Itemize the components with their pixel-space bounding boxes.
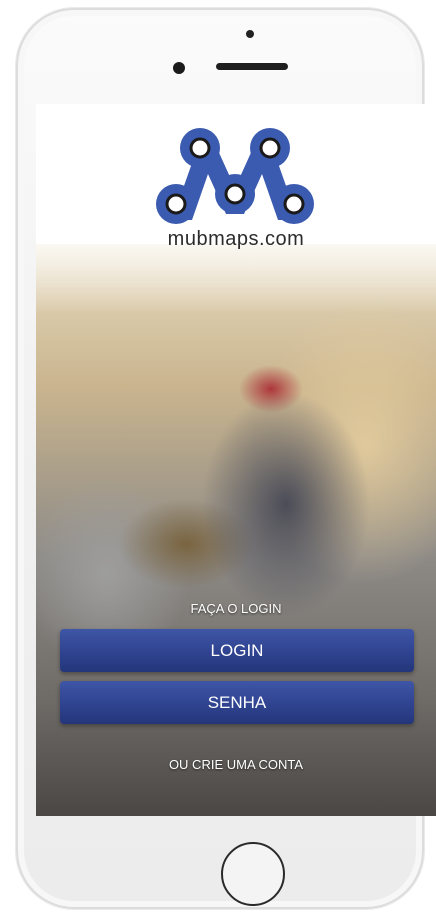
background-photo [36,244,436,816]
mubmaps-logo [156,128,314,224]
front-camera [173,62,185,74]
login-prompt: FAÇA O LOGIN [190,601,282,616]
home-button[interactable] [221,842,285,906]
app-screen: mubmaps.com FAÇA O LOGIN LOGIN SENHA OU … [36,104,436,816]
camera-dot [246,30,254,38]
login-button[interactable]: LOGIN [60,629,414,672]
earpiece-speaker [216,63,288,70]
brand-name: mubmaps.com [167,228,305,250]
password-button[interactable]: SENHA [60,681,414,724]
create-account-link[interactable]: OU CRIE UMA CONTA [36,757,436,772]
